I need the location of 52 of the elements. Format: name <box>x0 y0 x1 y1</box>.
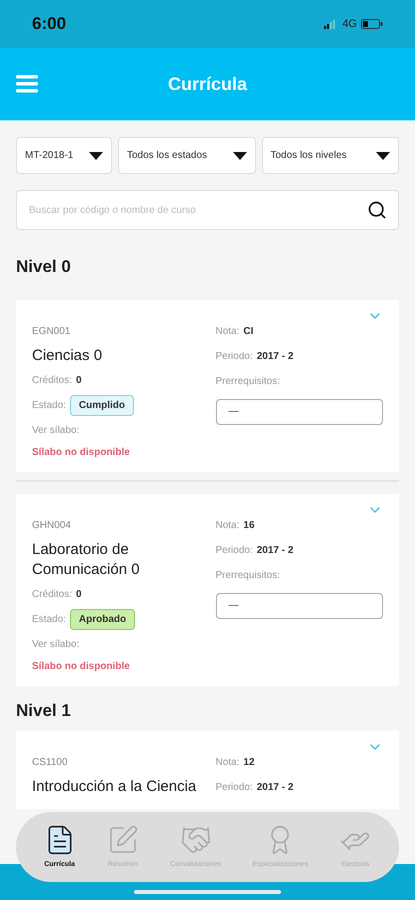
battery-icon <box>361 19 383 29</box>
prerequisites-label: Prerrequisitos: <box>216 374 281 388</box>
status-time: 6:00 <box>32 13 66 36</box>
status-badge: Cumplido <box>70 394 134 416</box>
search-field[interactable]: Buscar por código o nombre de curso <box>16 190 399 230</box>
credits-label: Créditos: <box>32 374 72 388</box>
syllabus-label: Ver sílabo: <box>32 638 80 652</box>
network-label: 4G <box>342 16 357 32</box>
period-value: 2017 - 2 <box>256 544 294 558</box>
dropdown-arrow-icon <box>89 152 103 160</box>
course-code: GHN004 <box>32 518 72 532</box>
course-code: CS1100 <box>32 756 68 770</box>
dropdown-arrow-icon <box>232 152 246 160</box>
filter-dropdown[interactable]: MT-2018-1 <box>16 137 112 174</box>
menu-icon[interactable] <box>16 75 38 93</box>
prerequisites-label: Prerrequisitos: <box>216 568 281 582</box>
status-badge: Aprobado <box>70 608 136 630</box>
dropdown-arrow-icon <box>376 152 390 160</box>
course-card[interactable]: CS1100 Introducción a la Ciencia Nota: 12 Periodo: 2017 - 2 <box>16 731 399 809</box>
credits-value: 0 <box>76 588 82 602</box>
prerequisites-field[interactable]: — <box>216 398 383 424</box>
grade-label: Nota: <box>216 756 240 770</box>
syllabus-status: Sílabo no disponible <box>32 446 131 460</box>
credits-label: Créditos: <box>32 588 72 602</box>
period-label: Periodo: <box>216 350 253 364</box>
period-label: Periodo: <box>216 544 253 558</box>
page-title: Currícula <box>166 72 248 96</box>
grade-value: 16 <box>243 518 255 532</box>
course-code: EGN001 <box>32 324 72 338</box>
period-label: Periodo: <box>216 781 253 795</box>
course-name: Laboratorio de Comunicación 0 <box>32 540 141 580</box>
grade-label: Nota: <box>216 518 240 532</box>
period-value: 2017 - 2 <box>256 781 294 795</box>
syllabus-status: Sílabo no disponible <box>32 660 131 674</box>
level-heading: Nivel 0 <box>15 256 72 278</box>
status-label: Estado: <box>32 612 66 626</box>
status-label: Estado: <box>32 398 66 412</box>
search-icon[interactable] <box>367 200 387 220</box>
grade-value: 12 <box>243 756 255 770</box>
course-name: Ciencias 0 <box>32 346 104 366</box>
filter-dropdown[interactable]: Todos los estados <box>118 137 256 174</box>
period-value: 2017 - 2 <box>256 350 294 364</box>
prerequisites-field[interactable]: — <box>216 592 383 618</box>
filter-dropdown[interactable]: Todos los niveles <box>262 137 399 174</box>
course-card[interactable]: EGN001 Ciencias 0 Créditos: 0 Estado: Cumplido Ver sílabo: Sílabo no disponible Nota: CI Periodo: 2017 - 2 Prerrequisitos: — <box>16 300 399 472</box>
credits-value: 0 <box>76 374 82 388</box>
syllabus-label: Ver sílabo: <box>32 424 80 438</box>
grade-value: CI <box>243 324 254 338</box>
course-name: Introducción a la Ciencia <box>32 777 198 797</box>
level-heading: Nivel 1 <box>15 700 72 722</box>
course-card[interactable]: GHN004 Laboratorio de Comunicación 0 Créditos: 0 Estado: Aprobado Ver sílabo: Sílabo no disponible Nota: 16 Periodo: 2017 - 2 Prerrequisitos: — <box>16 494 399 686</box>
grade-label: Nota: <box>216 324 240 338</box>
